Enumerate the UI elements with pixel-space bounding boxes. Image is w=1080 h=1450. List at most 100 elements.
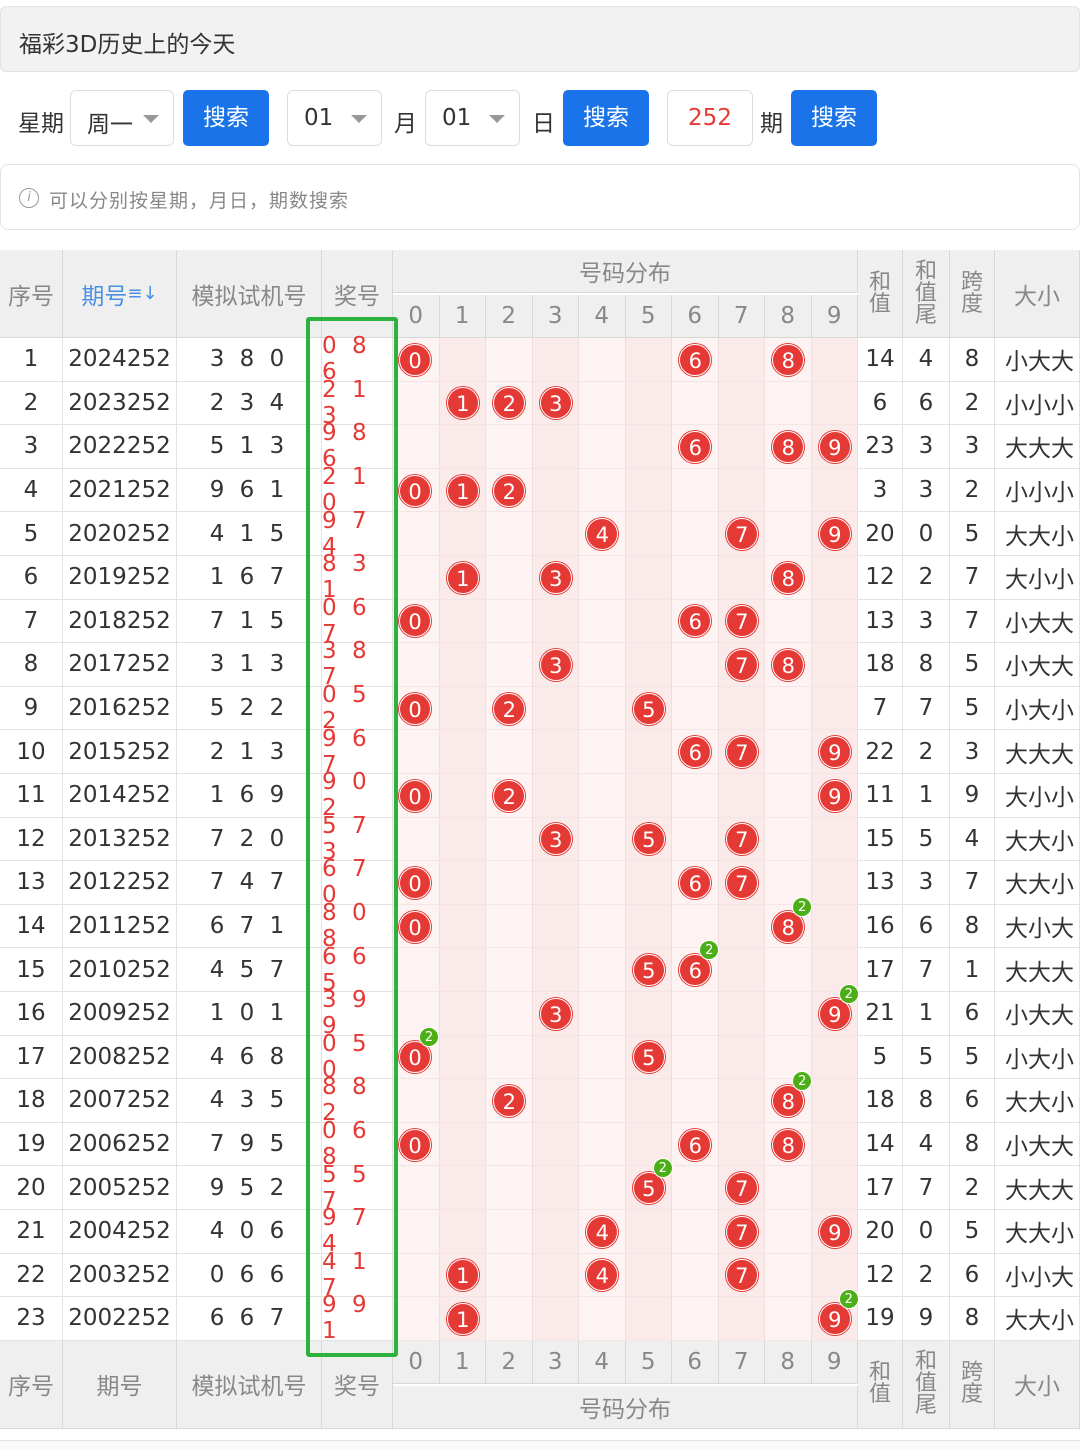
header-issue[interactable]: 期号 (63, 1340, 177, 1429)
dist-cell (718, 774, 765, 818)
row-seq: 13 (0, 861, 63, 905)
dist-cell (439, 730, 486, 774)
row-sumtail: 8 (903, 643, 950, 687)
dist-cell (579, 774, 626, 818)
row-seq: 7 (0, 599, 63, 644)
header-digit-8: 8 (765, 295, 812, 338)
dist-cell (625, 468, 672, 513)
dist-cell (765, 817, 812, 862)
row-issue: 2002252 (63, 1297, 177, 1341)
dist-cell (672, 381, 719, 426)
dist-cell (532, 599, 579, 644)
issue-input[interactable]: 252 (667, 90, 753, 146)
row-prize: 6 6 5 (322, 944, 393, 996)
row-sumtail: 2 (903, 1253, 950, 1298)
row-span: 2 (950, 1166, 995, 1210)
row-span: 4 (950, 817, 995, 862)
dist-cell (532, 1253, 579, 1298)
dist-cell (811, 381, 858, 426)
row-sim: 0 6 6 (177, 1253, 322, 1298)
dist-cell (532, 512, 579, 556)
weekday-select[interactable]: 周一 (70, 90, 174, 146)
row-issue: 2010252 (63, 948, 177, 992)
row-issue: 2015252 (63, 730, 177, 774)
dist-cell (532, 468, 579, 513)
row-issue: 2019252 (63, 556, 177, 600)
row-sumtail: 7 (903, 686, 950, 731)
chevron-down-icon (143, 115, 159, 123)
row-issue: 2020252 (63, 512, 177, 556)
row-sum: 11 (858, 774, 903, 818)
number-ball: 8 (772, 1128, 805, 1161)
dist-cell (439, 948, 486, 992)
row-size: 大小小 (995, 556, 1080, 600)
date-search-button[interactable]: 搜索 (563, 90, 649, 146)
dist-cell (672, 992, 719, 1036)
row-sum: 20 (858, 1210, 903, 1254)
dist-cell (765, 512, 812, 556)
row-seq: 4 (0, 468, 63, 513)
dist-cell (486, 1166, 533, 1210)
number-ball: 1 (446, 1259, 479, 1292)
row-sum: 6 (858, 381, 903, 426)
row-sumtail: 0 (903, 512, 950, 556)
row-sumtail: 4 (903, 1122, 950, 1167)
dist-cell (811, 817, 858, 862)
number-ball: 2 (493, 474, 526, 507)
row-sum: 13 (858, 599, 903, 644)
day-select[interactable]: 01 (425, 90, 520, 146)
row-sum: 22 (858, 730, 903, 774)
dist-cell (486, 904, 533, 949)
row-seq: 9 (0, 686, 63, 731)
row-prize: 0 5 0 (322, 1031, 393, 1083)
issue-label: 期 (760, 111, 783, 137)
dist-cell (625, 381, 672, 426)
number-ball: 1 (446, 1303, 479, 1335)
number-ball: 0 (399, 910, 431, 943)
dist-cell (579, 643, 626, 687)
number-ball: 7 (725, 1172, 758, 1205)
row-sim: 1 6 9 (177, 774, 322, 818)
dist-cell (718, 468, 765, 513)
dist-cell (439, 774, 486, 818)
month-select[interactable]: 01 (287, 90, 382, 146)
row-span: 8 (950, 1122, 995, 1167)
dist-cell (672, 774, 719, 818)
row-span: 6 (950, 1253, 995, 1298)
dist-cell (439, 512, 486, 556)
dist-cell (532, 1297, 579, 1341)
history-table: 序号 期号 ≡↓ 模拟试机号 奖号 号码分布 0 1 2 3 4 5 6 7 8 9 和值和值尾跨度大小 1 20… (0, 250, 1080, 1430)
header-digit-9: 9 (811, 1340, 858, 1384)
header-digit-9: 9 (811, 295, 858, 338)
number-ball: 3 (539, 649, 572, 681)
row-span: 8 (950, 338, 995, 382)
row-span: 2 (950, 381, 995, 426)
dist-cell (486, 817, 533, 862)
row-prize: 5 5 7 (322, 1162, 393, 1214)
dist-cell (765, 1297, 812, 1341)
row-sumtail: 6 (903, 904, 950, 949)
row-seq: 21 (0, 1210, 63, 1254)
header-digit-3: 3 (532, 1340, 579, 1384)
weekday-search-button[interactable]: 搜索 (183, 90, 269, 146)
row-sum: 7 (858, 686, 903, 731)
number-ball: 7 (725, 823, 758, 856)
dist-cell (579, 468, 626, 513)
issue-search-button[interactable]: 搜索 (791, 90, 877, 146)
dist-cell (718, 1079, 765, 1123)
sort-icon[interactable]: ≡↓ (127, 283, 157, 304)
dist-cell (672, 1079, 719, 1123)
header-issue[interactable]: 期号 ≡↓ (63, 250, 177, 338)
dist-cell (579, 686, 626, 731)
row-seq: 5 (0, 512, 63, 556)
dist-cell (625, 861, 672, 905)
row-sum: 16 (858, 904, 903, 949)
row-seq: 15 (0, 948, 63, 992)
number-ball: 8 (772, 561, 805, 594)
header-digit-6: 6 (672, 295, 719, 338)
number-ball: 9 (818, 736, 851, 769)
dist-cell (625, 1079, 672, 1123)
row-span: 5 (950, 1035, 995, 1080)
row-issue: 2007252 (63, 1079, 177, 1123)
dist-cell (393, 643, 440, 687)
